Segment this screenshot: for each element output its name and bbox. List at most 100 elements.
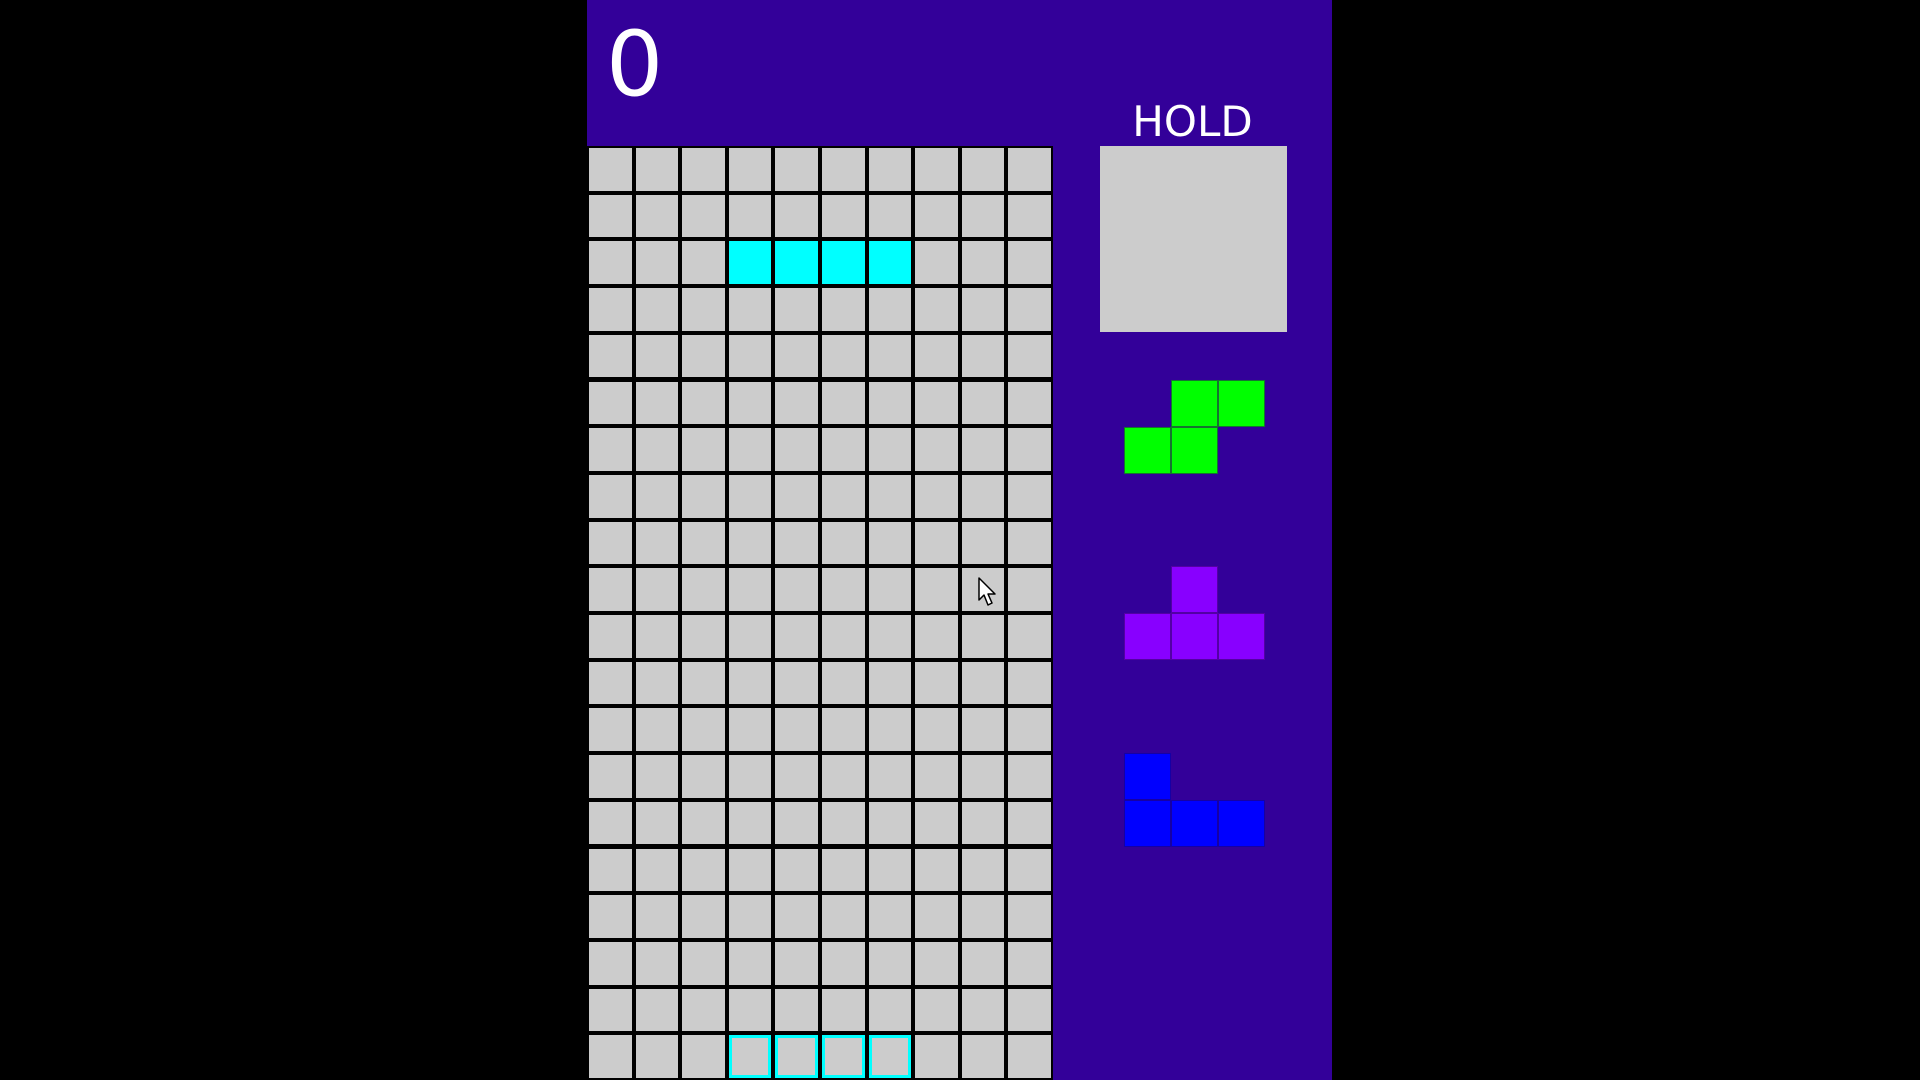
- board-cell: [866, 659, 914, 707]
- board-cell: [959, 659, 1007, 707]
- board-cell: [959, 986, 1007, 1034]
- board-cell: [680, 472, 727, 520]
- board-cell: [1006, 192, 1053, 240]
- board-cell: [680, 753, 727, 800]
- board-cell: [820, 706, 867, 754]
- board-cell: [633, 566, 681, 613]
- board-cell: [959, 472, 1007, 520]
- board-cell: [633, 426, 681, 473]
- board-cell: [866, 192, 914, 240]
- board-cell: [587, 239, 634, 287]
- active-piece-cell: [866, 239, 914, 287]
- board-cell: [680, 799, 727, 847]
- board-cell: [773, 426, 820, 473]
- board-cell: [726, 426, 774, 473]
- board-cell: [820, 613, 867, 660]
- board-cell: [680, 986, 727, 1034]
- ghost-piece-cell: [726, 1033, 774, 1080]
- board-cell: [587, 846, 634, 894]
- board-cell: [913, 659, 960, 707]
- board-cell: [866, 332, 914, 380]
- ghost-piece-cell: [773, 1033, 820, 1080]
- board-cell: [913, 893, 960, 940]
- board-cell: [866, 426, 914, 473]
- board-cell: [726, 939, 774, 987]
- board-cell: [680, 426, 727, 473]
- board-cell: [726, 799, 774, 847]
- board-cell: [820, 146, 867, 193]
- board-cell: [633, 846, 681, 894]
- board-cell: [726, 146, 774, 193]
- ghost-piece-cell: [820, 1033, 867, 1080]
- board-cell: [959, 753, 1007, 800]
- board-cell: [1006, 939, 1053, 987]
- board-cell: [866, 846, 914, 894]
- board-cell: [726, 846, 774, 894]
- board-cell: [820, 426, 867, 473]
- board-cell: [680, 1033, 727, 1080]
- board-cell: [913, 379, 960, 427]
- board-cell: [587, 192, 634, 240]
- board-cell: [726, 519, 774, 567]
- board-cell: [959, 846, 1007, 894]
- board-cell: [773, 659, 820, 707]
- board-cell: [959, 146, 1007, 193]
- next-piece-block: [1124, 427, 1171, 474]
- board-cell: [773, 192, 820, 240]
- board-cell: [587, 472, 634, 520]
- board-cell: [680, 846, 727, 894]
- board-cell: [633, 613, 681, 660]
- board-cell: [959, 426, 1007, 473]
- board-cell: [680, 939, 727, 987]
- board-cell: [680, 566, 727, 613]
- score-display: 0: [606, 12, 665, 117]
- board-cell: [1006, 332, 1053, 380]
- board-cell: [820, 472, 867, 520]
- board-cell: [1006, 146, 1053, 193]
- board-cell: [820, 332, 867, 380]
- game-board[interactable]: [587, 146, 1053, 1080]
- board-cell: [959, 332, 1007, 380]
- board-cell: [866, 939, 914, 987]
- board-cell: [866, 379, 914, 427]
- next-piece-block: [1171, 380, 1218, 427]
- board-cell: [866, 799, 914, 847]
- next-piece-block: [1218, 800, 1265, 847]
- next-piece-block: [1218, 380, 1265, 427]
- board-cell: [587, 1033, 634, 1080]
- board-cell: [959, 239, 1007, 287]
- board-cell: [726, 379, 774, 427]
- board-cell: [959, 519, 1007, 567]
- board-cell: [773, 706, 820, 754]
- board-cell: [1006, 519, 1053, 567]
- board-cell: [773, 472, 820, 520]
- board-cell: [633, 1033, 681, 1080]
- board-cell: [773, 379, 820, 427]
- board-cell: [587, 426, 634, 473]
- board-cell: [773, 566, 820, 613]
- board-cell: [680, 239, 727, 287]
- board-cell: [913, 332, 960, 380]
- board-cell: [633, 706, 681, 754]
- board-cell: [633, 146, 681, 193]
- board-cell: [913, 613, 960, 660]
- board-cell: [913, 192, 960, 240]
- board-cell: [726, 706, 774, 754]
- board-cell: [820, 379, 867, 427]
- active-piece-cell: [820, 239, 867, 287]
- board-cell: [820, 753, 867, 800]
- board-cell: [587, 893, 634, 940]
- next-piece-block: [1171, 427, 1218, 474]
- board-cell: [633, 893, 681, 940]
- board-cell: [913, 939, 960, 987]
- board-cell: [633, 472, 681, 520]
- board-cell: [866, 146, 914, 193]
- board-cell: [633, 799, 681, 847]
- board-cell: [587, 799, 634, 847]
- board-cell: [820, 939, 867, 987]
- board-cell: [587, 986, 634, 1034]
- board-cell: [820, 192, 867, 240]
- board-cell: [680, 893, 727, 940]
- board-cell: [820, 846, 867, 894]
- next-piece-block: [1124, 800, 1171, 847]
